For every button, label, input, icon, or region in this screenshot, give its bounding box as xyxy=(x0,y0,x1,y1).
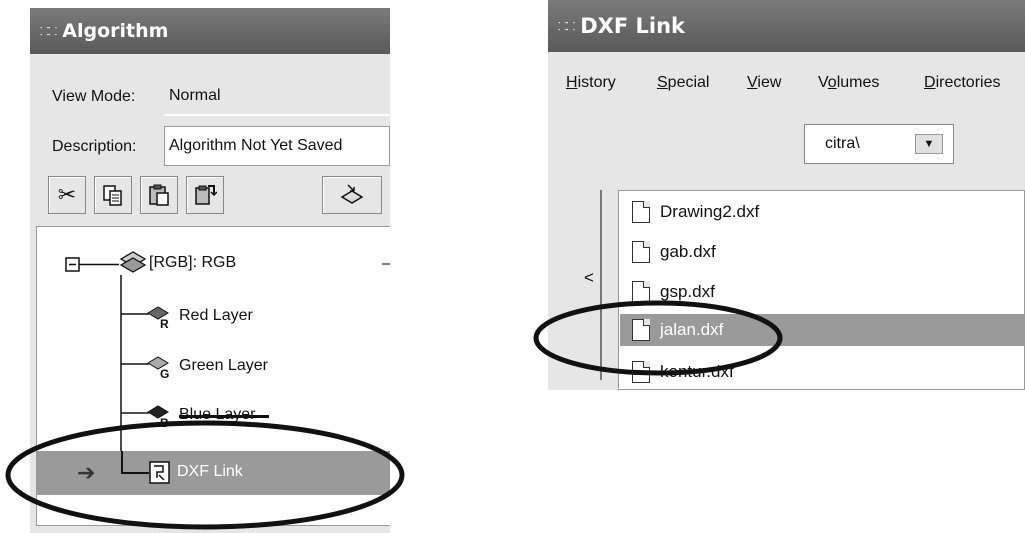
file-name: Drawing2.dxf xyxy=(660,202,760,221)
description-value: Algorithm Not Yet Saved xyxy=(169,137,343,154)
menu-directories-rest: irectories xyxy=(935,74,1001,91)
band-letter: G xyxy=(160,367,170,381)
menu-mnemonic: V xyxy=(747,74,758,91)
file-icon xyxy=(632,361,650,383)
tree-root-label: [RGB]: RGB xyxy=(149,254,237,271)
tree-item-dxf-link[interactable]: ➔ DXF Link xyxy=(37,451,390,495)
description-field[interactable]: Algorithm Not Yet Saved xyxy=(164,126,390,166)
view-mode-value: Normal xyxy=(169,86,221,104)
load-icon xyxy=(340,184,364,204)
cut-button[interactable]: ✂ xyxy=(48,176,86,214)
file-name: gsp.dxf xyxy=(660,282,715,301)
raster-stack-icon xyxy=(119,251,147,273)
tree-item-green-layer[interactable]: G Green Layer xyxy=(147,351,347,385)
paste-special-button[interactable] xyxy=(186,176,224,214)
tree-root-node[interactable]: [RGB]: RGB xyxy=(119,249,359,279)
file-row[interactable]: kontur.dxf xyxy=(620,356,1025,388)
menu-directories[interactable]: Directories xyxy=(924,74,1000,92)
menu-volumes-rest: lumes xyxy=(836,74,880,91)
dxf-link-icon xyxy=(149,461,170,484)
menu-mnemonic: o xyxy=(827,74,837,91)
file-row[interactable]: Drawing2.dxf xyxy=(620,196,1025,228)
file-name: jalan.dxf xyxy=(660,320,724,339)
strip-border xyxy=(600,190,602,380)
tree-item-red-layer[interactable]: R Red Layer xyxy=(147,301,347,335)
tree-item-blue-layer[interactable]: B Blue Layer xyxy=(147,400,347,434)
window-title: Algorithm xyxy=(62,20,169,42)
menu-volumes[interactable]: Volumes xyxy=(818,74,879,92)
paste-icon xyxy=(149,184,169,206)
algorithm-tree: [RGB]: RGB R Red Layer G Green Layer B B… xyxy=(36,226,390,526)
chevron-down-icon: ▼ xyxy=(915,134,943,154)
algorithm-window: ⸬⸬ Algorithm View Mode: Normal Descripti… xyxy=(30,8,390,533)
directory-select[interactable]: citra\ ▼ xyxy=(804,124,954,164)
file-name: gab.dxf xyxy=(660,242,716,261)
menu-history-rest: istory xyxy=(577,74,616,91)
paste-special-icon xyxy=(195,185,217,205)
layer-label: Green Layer xyxy=(179,357,268,374)
dxf-link-titlebar[interactable]: ⸬⸬ DXF Link xyxy=(548,0,1025,52)
paste-button[interactable] xyxy=(140,176,178,214)
menu-view[interactable]: View xyxy=(747,74,781,92)
algorithm-titlebar[interactable]: ⸬⸬ Algorithm xyxy=(30,8,390,54)
file-icon xyxy=(632,319,650,341)
tree-connector xyxy=(121,472,149,474)
file-icon xyxy=(632,281,650,303)
file-icon xyxy=(632,201,650,223)
left-scroll-strip[interactable]: < xyxy=(548,190,604,390)
window-title: DXF Link xyxy=(580,14,686,38)
menu-mnemonic: H xyxy=(566,74,578,91)
file-row[interactable]: gsp.dxf xyxy=(620,276,1025,308)
menu-special[interactable]: Special xyxy=(657,74,709,92)
file-name: kontur.dxf xyxy=(660,362,734,381)
menu-view-rest: iew xyxy=(757,74,782,91)
strikethrough-line xyxy=(179,415,269,418)
load-button[interactable] xyxy=(322,176,382,214)
menu-bar: History Special View Volumes Directories xyxy=(548,60,1025,100)
directory-value: citra\ xyxy=(825,135,860,152)
tree-connector xyxy=(121,451,123,473)
app-icon: ⸬⸬ xyxy=(40,24,57,38)
view-mode-field[interactable]: Normal xyxy=(164,76,390,116)
layer-label: Red Layer xyxy=(179,307,253,324)
dxf-link-label: DXF Link xyxy=(177,463,243,480)
file-row-selected[interactable]: jalan.dxf xyxy=(620,314,1025,346)
app-icon: ⸬⸬ xyxy=(558,19,575,33)
arrow-icon: ➔ xyxy=(77,460,96,485)
menu-history[interactable]: History xyxy=(566,74,616,92)
copy-icon xyxy=(103,185,122,206)
menu-mnemonic: S xyxy=(657,74,668,91)
file-icon xyxy=(632,241,650,263)
menu-special-rest: pecial xyxy=(667,74,710,91)
band-letter: R xyxy=(160,317,169,331)
file-row[interactable]: gab.dxf xyxy=(620,236,1025,268)
scroll-arrow-icon[interactable]: < xyxy=(584,268,594,288)
copy-button[interactable] xyxy=(94,176,132,214)
menu-mnemonic: D xyxy=(924,74,936,91)
description-label: Description: xyxy=(52,138,137,155)
scissors-icon: ✂ xyxy=(57,182,77,207)
band-letter: B xyxy=(160,416,169,430)
view-mode-label: View Mode: xyxy=(52,88,136,105)
menu-volumes-pre: V xyxy=(818,74,828,91)
